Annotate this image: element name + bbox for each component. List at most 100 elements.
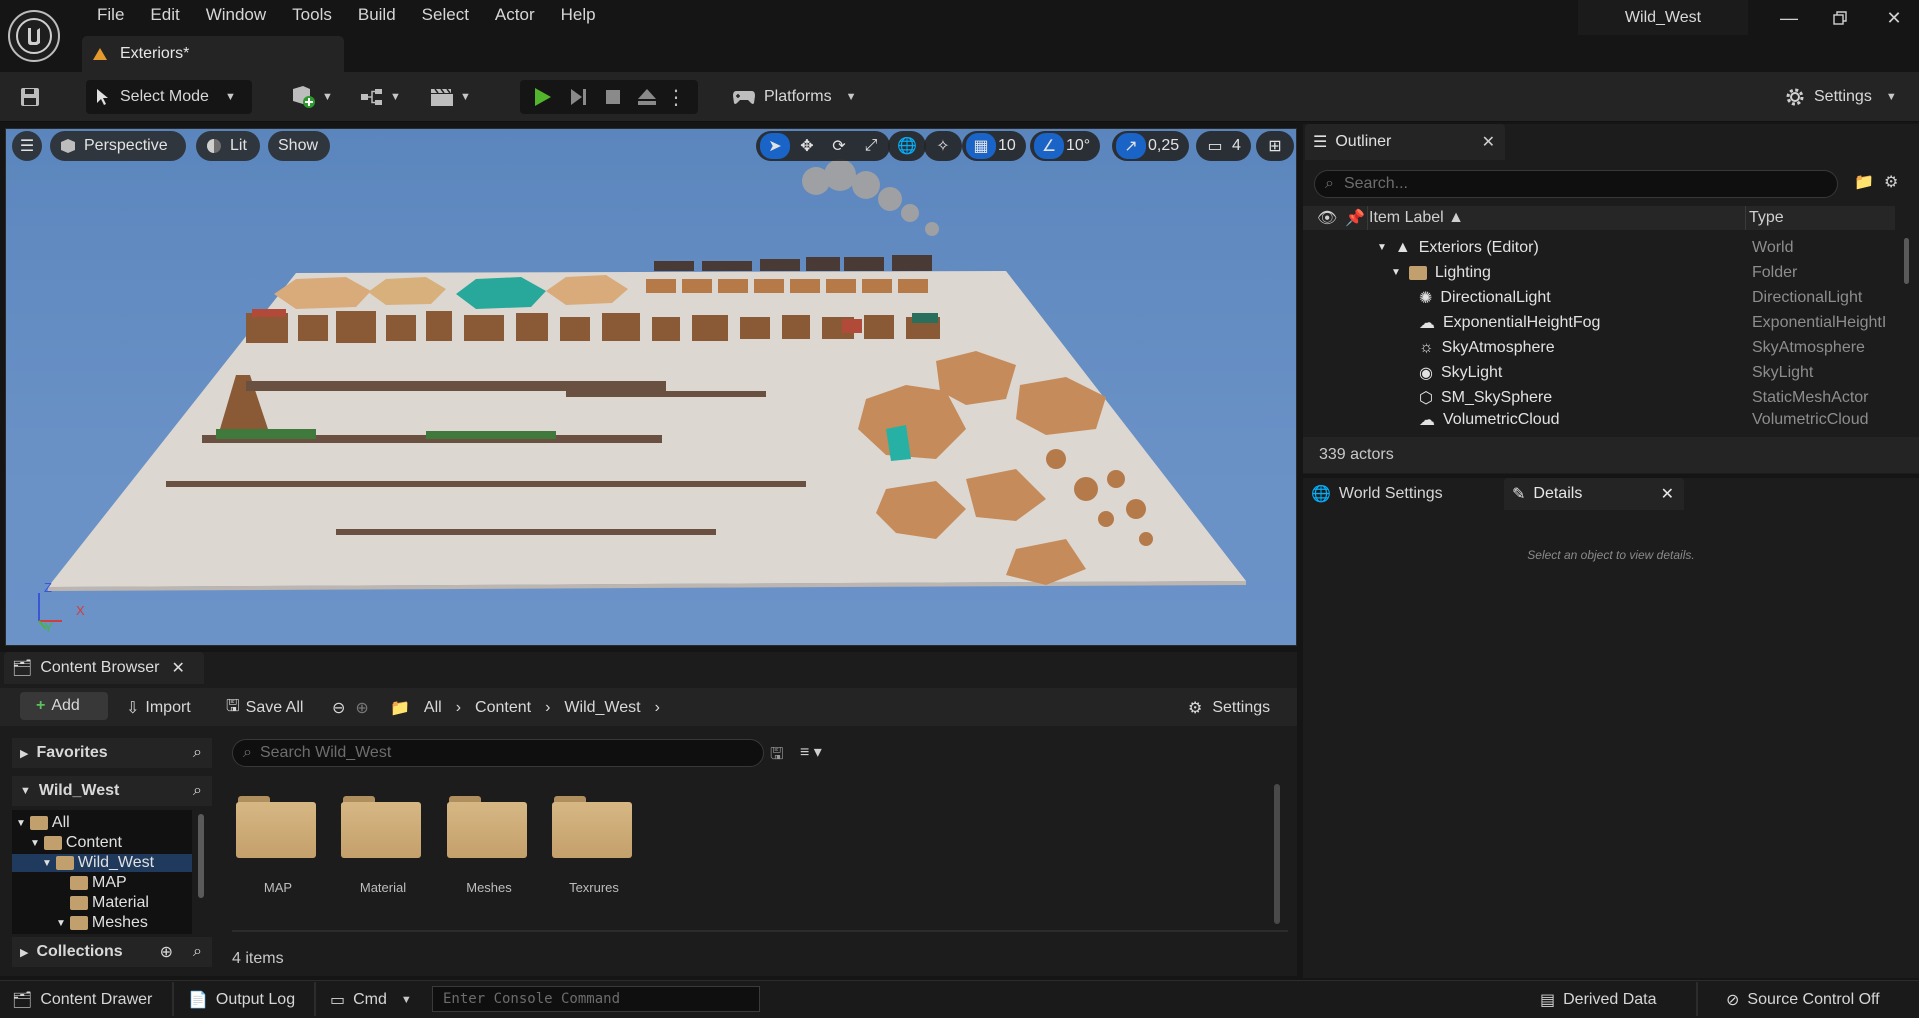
outliner-scrollbar[interactable]	[1904, 238, 1909, 284]
asset-scrollbar[interactable]	[1274, 784, 1280, 924]
restore-button[interactable]	[1820, 6, 1860, 30]
pin-icon[interactable]: 📌	[1345, 208, 1365, 228]
outliner-row[interactable]: ☁ ExponentialHeightFog ExponentialHeight…	[1303, 310, 1903, 335]
menu-edit[interactable]: Edit	[137, 5, 192, 25]
tree-scrollbar[interactable]	[198, 814, 204, 898]
folder-tile-texrures[interactable]	[552, 796, 632, 860]
visibility-icon[interactable]: 👁	[1317, 208, 1337, 228]
search-icon[interactable]: ⌕	[193, 744, 202, 762]
perspective-button[interactable]: Perspective	[50, 131, 186, 161]
search-icon[interactable]: ⌕	[193, 782, 202, 800]
output-log-button[interactable]: 📄 Output Log	[188, 986, 295, 1014]
wild-west-section[interactable]: ▼ Wild_West ⌕	[12, 776, 212, 806]
add-collection-icon[interactable]: ⊕	[160, 942, 173, 962]
outliner-row[interactable]: ▼ ▲ Exteriors (Editor) World	[1303, 235, 1903, 260]
outliner-row[interactable]: ▼ Lighting Folder	[1303, 260, 1903, 285]
forward-icon[interactable]: ⊕	[355, 698, 368, 718]
minimize-button[interactable]: —	[1769, 6, 1809, 30]
rotation-snap-button[interactable]: ∠ 10°	[1030, 131, 1101, 161]
add-button[interactable]: + Add	[20, 692, 108, 720]
add-folder-icon[interactable]: 📁	[1854, 172, 1874, 192]
back-icon[interactable]: ⊖	[332, 698, 345, 718]
details-tab[interactable]: ✎ Details ✕	[1504, 478, 1684, 510]
close-window-button[interactable]: ✕	[1874, 6, 1914, 30]
content-drawer-button[interactable]: 🗂 Content Drawer	[12, 986, 152, 1014]
outliner-row[interactable]: ◉ SkyLight SkyLight	[1303, 360, 1903, 385]
menu-window[interactable]: Window	[193, 5, 279, 25]
import-button[interactable]: ⇩ Import	[126, 696, 191, 720]
folder-tile-map[interactable]	[236, 796, 316, 860]
coordinate-system-button[interactable]: 🌐	[888, 131, 926, 161]
scale-tool-icon[interactable]: ⤢	[856, 133, 886, 159]
eject-button[interactable]	[630, 82, 664, 112]
menu-file[interactable]: File	[84, 5, 137, 25]
camera-speed-button[interactable]: ▭ 4	[1196, 131, 1251, 161]
viewport-layout-button[interactable]: ⊞	[1256, 131, 1294, 161]
rotate-tool-icon[interactable]: ⟳	[824, 133, 854, 159]
breadcrumb-content[interactable]: Content	[475, 699, 531, 717]
content-browser-tab[interactable]: 🗂 Content Browser ✕	[4, 652, 204, 684]
outliner-tab[interactable]: ☰ Outliner ✕	[1305, 124, 1505, 160]
menu-build[interactable]: Build	[345, 5, 409, 25]
item-label-column[interactable]: Item Label ▲	[1369, 209, 1464, 227]
outliner-row[interactable]: ✺ DirectionalLight DirectionalLight	[1303, 285, 1903, 310]
console-command-input[interactable]: Enter Console Command	[432, 986, 760, 1012]
select-mode-dropdown[interactable]: Select Mode ▼	[86, 80, 252, 114]
settings-dropdown[interactable]: Settings ▼	[1784, 80, 1900, 114]
cmd-dropdown[interactable]: ▭ Cmd ▼	[330, 986, 412, 1014]
menu-select[interactable]: Select	[409, 5, 482, 25]
tree-item-content[interactable]: ▼ Content	[30, 834, 122, 852]
type-column[interactable]: Type	[1749, 209, 1784, 227]
menu-help[interactable]: Help	[548, 5, 609, 25]
folder-tile-material[interactable]	[341, 796, 421, 860]
breadcrumb-all[interactable]: All	[424, 699, 442, 717]
source-control-button[interactable]: ⊘ Source Control Off	[1726, 986, 1880, 1014]
tree-item-all[interactable]: ▼ All	[16, 814, 70, 832]
gear-icon[interactable]: ⚙	[1884, 172, 1898, 192]
tree-item-meshes[interactable]: ▼ Meshes	[56, 914, 148, 932]
world-settings-tab[interactable]: 🌐 World Settings	[1303, 478, 1503, 510]
menu-tools[interactable]: Tools	[279, 5, 345, 25]
menu-actor[interactable]: Actor	[482, 5, 548, 25]
platforms-dropdown[interactable]: Platforms ▼	[732, 80, 860, 114]
blueprint-button[interactable]: ▼	[360, 80, 406, 114]
asset-search-input[interactable]: ⌕ Search Wild_West	[232, 739, 764, 767]
breadcrumb-separator-icon[interactable]: ›	[655, 699, 660, 717]
save-search-icon[interactable]: 🖫	[770, 743, 784, 770]
stop-button[interactable]	[596, 82, 630, 112]
level-viewport[interactable]	[5, 128, 1297, 646]
tree-item-material[interactable]: Material	[70, 894, 149, 912]
close-icon[interactable]: ✕	[171, 658, 184, 678]
tree-item-wild-west[interactable]: ▼ Wild_West	[12, 854, 192, 872]
show-button[interactable]: Show	[268, 131, 330, 161]
move-tool-icon[interactable]: ✥	[792, 133, 822, 159]
cinematics-button[interactable]: ▼	[430, 80, 476, 114]
filter-icon[interactable]: ≡ ▾	[800, 742, 822, 762]
tree-item-map[interactable]: MAP	[70, 874, 127, 892]
scale-snap-button[interactable]: ↗ 0,25	[1112, 131, 1190, 161]
more-options-icon[interactable]: ⋮	[664, 82, 688, 112]
document-tab-exteriors[interactable]: Exteriors*	[82, 36, 344, 72]
outliner-row[interactable]: ☼ SkyAtmosphere SkyAtmosphere	[1303, 335, 1903, 360]
close-icon[interactable]: ✕	[1482, 132, 1495, 152]
derived-data-button[interactable]: ▤ Derived Data	[1540, 986, 1657, 1014]
view-mode-button[interactable]: Lit	[196, 131, 260, 161]
outliner-row[interactable]: ☁ VolumetricCloud VolumetricCloud	[1303, 410, 1903, 430]
folder-tile-meshes[interactable]	[447, 796, 527, 860]
favorites-section[interactable]: ▶ Favorites ⌕	[12, 738, 212, 768]
breadcrumb-wild-west[interactable]: Wild_West	[564, 699, 640, 717]
unreal-logo-icon[interactable]	[8, 10, 60, 62]
save-current-button[interactable]	[20, 80, 44, 114]
outliner-search-input[interactable]: ⌕ Search...	[1314, 170, 1838, 198]
grid-snap-button[interactable]: ▦ 10	[962, 131, 1026, 161]
play-button[interactable]	[524, 82, 562, 112]
cb-settings-button[interactable]: ⚙ Settings	[1188, 696, 1270, 720]
viewport-menu-button[interactable]: ☰	[12, 131, 42, 161]
add-actor-button[interactable]: ▼	[290, 80, 336, 114]
outliner-row[interactable]: ⬡ SM_SkySphere StaticMeshActor	[1303, 385, 1903, 410]
surface-snapping-button[interactable]: ✧	[924, 131, 962, 161]
save-all-button[interactable]: 🖫 Save All	[226, 696, 303, 720]
advance-frame-button[interactable]	[562, 82, 596, 112]
search-icon[interactable]: ⌕	[193, 943, 202, 961]
close-icon[interactable]: ✕	[1661, 484, 1674, 504]
